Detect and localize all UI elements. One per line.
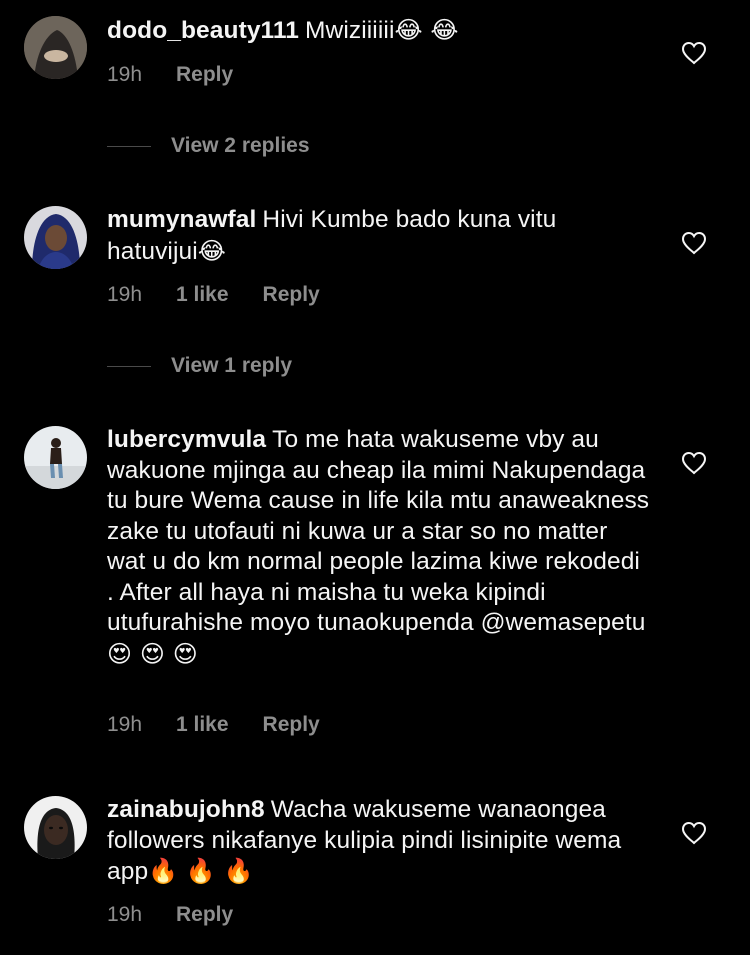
likes-count[interactable]: 1 like bbox=[176, 283, 229, 307]
reply-button[interactable]: Reply bbox=[176, 903, 233, 927]
emoji-group: 😍 😍 😍 bbox=[107, 639, 198, 668]
view-replies-label: View 2 replies bbox=[171, 134, 310, 157]
username[interactable]: zainabujohn8 bbox=[107, 796, 265, 823]
comment-meta: 19h Reply bbox=[107, 903, 233, 927]
comment-text: lubercymvula To me hata wakuseme vby au w… bbox=[107, 425, 652, 670]
emoji-group: 😂 😂 bbox=[394, 16, 459, 44]
comment-meta: 19h Reply bbox=[107, 63, 233, 87]
emoji-group: 😂 bbox=[197, 236, 226, 265]
timestamp: 19h bbox=[107, 903, 143, 926]
comment-meta: 19h 1 like Reply bbox=[107, 283, 320, 307]
reply-button[interactable]: Reply bbox=[263, 283, 320, 307]
timestamp: 19h bbox=[107, 283, 143, 306]
like-heart-icon[interactable] bbox=[681, 451, 707, 475]
avatar-photo-icon bbox=[24, 426, 87, 489]
avatar-photo-icon bbox=[24, 16, 87, 79]
likes-count[interactable]: 1 like bbox=[176, 713, 229, 737]
like-heart-icon[interactable] bbox=[681, 821, 707, 845]
reply-button[interactable]: Reply bbox=[176, 63, 233, 87]
timestamp: 19h bbox=[107, 63, 143, 86]
username[interactable]: lubercymvula bbox=[107, 426, 266, 453]
username[interactable]: dodo_beauty111 bbox=[107, 17, 299, 44]
comment-text: mumynawfal Hivi Kumbe bado kuna vitu hatu… bbox=[107, 205, 652, 267]
view-replies-label: View 1 reply bbox=[171, 354, 293, 377]
comment-body: To me hata wakuseme vby au wakuone mjing… bbox=[107, 426, 650, 636]
comment-meta: 19h 1 like Reply bbox=[107, 713, 320, 737]
view-replies-button[interactable]: View 2 replies bbox=[107, 134, 310, 158]
emoji-group: 🔥 🔥 🔥 bbox=[148, 857, 254, 885]
divider bbox=[107, 145, 151, 147]
timestamp: 19h bbox=[107, 713, 143, 736]
like-heart-icon[interactable] bbox=[681, 231, 707, 255]
avatar[interactable] bbox=[24, 206, 87, 269]
avatar[interactable] bbox=[24, 426, 87, 489]
avatar-photo-icon bbox=[24, 206, 87, 269]
comment-text: zainabujohn8 Wacha wakuseme wanaongea fol… bbox=[107, 795, 652, 888]
divider bbox=[107, 365, 151, 367]
avatar-photo-icon bbox=[24, 796, 87, 859]
avatar[interactable] bbox=[24, 796, 87, 859]
comment-body: Mwiziiiiii bbox=[305, 17, 395, 44]
view-replies-button[interactable]: View 1 reply bbox=[107, 354, 292, 378]
like-heart-icon[interactable] bbox=[681, 41, 707, 65]
reply-button[interactable]: Reply bbox=[263, 713, 320, 737]
username[interactable]: mumynawfal bbox=[107, 206, 256, 233]
comment-text: dodo_beauty111 Mwiziiiiii😂 😂 bbox=[107, 15, 652, 47]
avatar[interactable] bbox=[24, 16, 87, 79]
